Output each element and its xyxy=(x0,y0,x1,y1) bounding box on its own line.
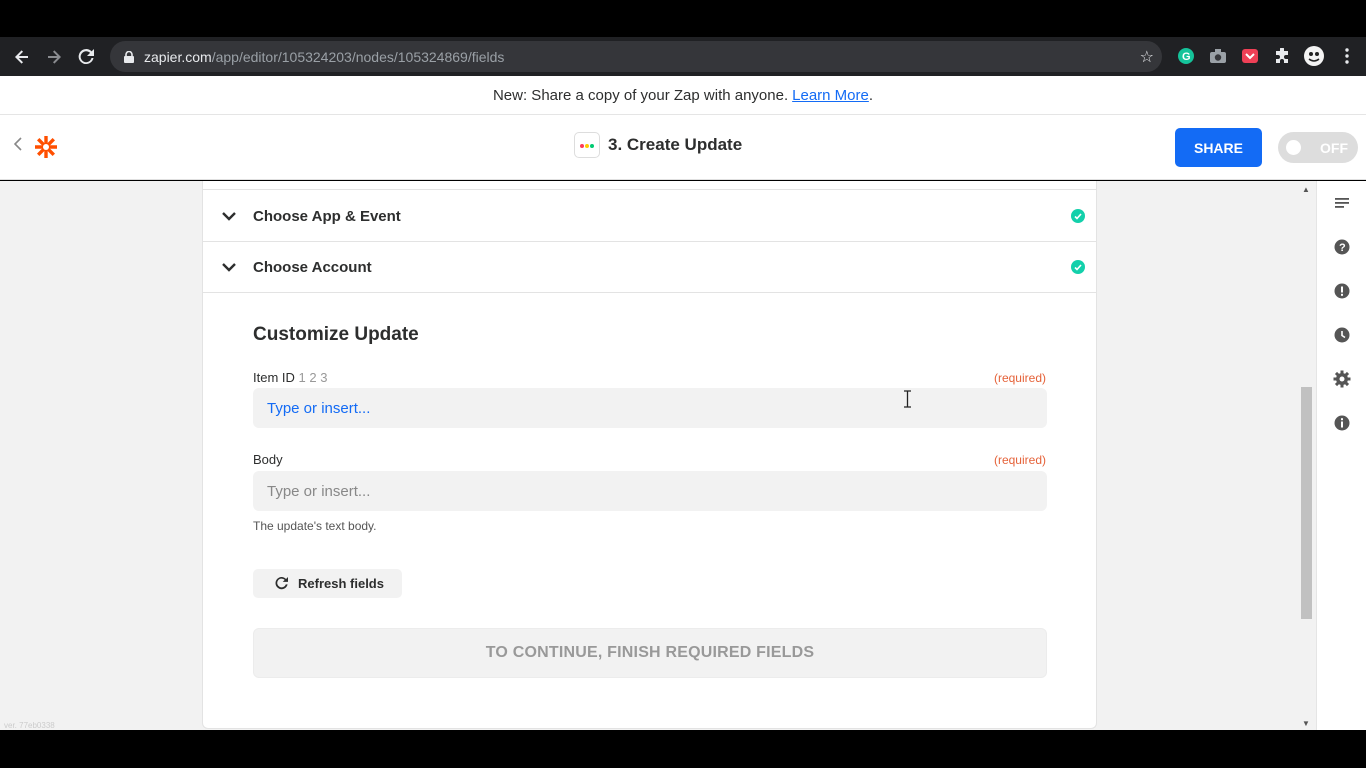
chevron-down-icon xyxy=(221,259,237,275)
url-text: zapier.com/app/editor/105324203/nodes/10… xyxy=(144,48,505,65)
browser-toolbar: zapier.com/app/editor/105324203/nodes/10… xyxy=(0,37,1366,76)
editor-header: 3. Create Update SHARE OFF xyxy=(0,115,1366,180)
svg-text:G: G xyxy=(1182,51,1191,63)
text-cursor-icon xyxy=(903,390,912,408)
card-top-edge xyxy=(203,181,1096,190)
chevron-left-icon[interactable] xyxy=(13,137,22,156)
zap-on-off-toggle[interactable]: OFF xyxy=(1278,132,1358,163)
body-help-text: The update's text body. xyxy=(253,519,377,533)
banner-text: New: Share a copy of your Zap with anyon… xyxy=(492,86,789,104)
item-id-label: Item ID 1 2 3 xyxy=(253,370,328,385)
reload-icon[interactable] xyxy=(70,41,102,73)
forward-arrow-icon[interactable] xyxy=(38,41,70,73)
field-ids: 1 2 3 xyxy=(298,370,328,385)
profile-avatar[interactable] xyxy=(1303,45,1325,67)
zapier-logo-icon[interactable] xyxy=(34,135,58,159)
svg-text:?: ? xyxy=(1339,242,1346,254)
scrollbar[interactable]: ▲ ▼ xyxy=(1298,181,1315,730)
screen-top-bar xyxy=(0,0,1366,37)
section-choose-app-event[interactable]: Choose App & Event xyxy=(203,191,1096,242)
history-clock-icon[interactable] xyxy=(1332,325,1352,345)
info-icon[interactable] xyxy=(1332,413,1352,433)
help-question-icon[interactable]: ? xyxy=(1332,237,1352,257)
camera-icon[interactable] xyxy=(1208,46,1228,66)
kebab-menu-icon[interactable] xyxy=(1337,46,1357,66)
scroll-down-arrow-icon[interactable]: ▼ xyxy=(1302,719,1310,728)
right-sidebar-rail: ? xyxy=(1316,181,1366,730)
screen-bottom-bar xyxy=(0,730,1366,768)
check-circle-icon xyxy=(1071,260,1085,274)
announcement-banner: New: Share a copy of your Zap with anyon… xyxy=(0,76,1366,115)
outline-list-icon[interactable] xyxy=(1332,193,1352,213)
refresh-fields-button[interactable]: Refresh fields xyxy=(253,569,402,598)
toggle-knob xyxy=(1286,140,1301,155)
body-input[interactable]: Type or insert... xyxy=(253,471,1047,511)
scroll-up-arrow-icon[interactable]: ▲ xyxy=(1302,185,1310,194)
lock-icon xyxy=(122,50,136,64)
grammarly-icon[interactable]: G xyxy=(1176,46,1196,66)
alert-exclamation-icon[interactable] xyxy=(1332,281,1352,301)
section-choose-account[interactable]: Choose Account xyxy=(203,242,1096,293)
chevron-down-icon xyxy=(221,208,237,224)
extensions-puzzle-icon[interactable] xyxy=(1272,46,1292,66)
monday-app-icon xyxy=(574,132,600,158)
editor-canvas: Choose App & Event Choose Account Custom… xyxy=(0,181,1316,730)
refresh-icon xyxy=(275,577,288,590)
item-id-input[interactable]: Type or insert... xyxy=(253,388,1047,428)
address-bar[interactable]: zapier.com/app/editor/105324203/nodes/10… xyxy=(110,41,1162,72)
version-text: ver. 77eb0338 xyxy=(4,721,55,730)
learn-more-link[interactable]: Learn More xyxy=(792,87,869,104)
settings-gear-icon[interactable] xyxy=(1332,369,1352,389)
scrollbar-thumb[interactable] xyxy=(1301,387,1312,619)
step-card: Choose App & Event Choose Account Custom… xyxy=(202,181,1097,729)
continue-button[interactable]: TO CONTINUE, FINISH REQUIRED FIELDS xyxy=(253,628,1047,678)
body-label: Body xyxy=(253,452,283,467)
share-button[interactable]: SHARE xyxy=(1175,128,1262,167)
step-title-text: 3. Create Update xyxy=(608,135,743,154)
required-indicator: (required) xyxy=(993,453,1046,467)
back-arrow-icon[interactable] xyxy=(6,41,38,73)
toggle-label: OFF xyxy=(1320,140,1348,156)
section-label: Choose App & Event xyxy=(253,207,401,225)
bookmark-star-icon[interactable]: ☆ xyxy=(1140,47,1154,67)
section-label: Choose Account xyxy=(253,258,372,276)
section-heading: Customize Update xyxy=(253,324,419,345)
required-indicator: (required) xyxy=(993,371,1046,385)
step-title[interactable]: 3. Create Update xyxy=(574,132,742,158)
check-circle-icon xyxy=(1071,209,1085,223)
pocket-icon[interactable] xyxy=(1240,46,1260,66)
